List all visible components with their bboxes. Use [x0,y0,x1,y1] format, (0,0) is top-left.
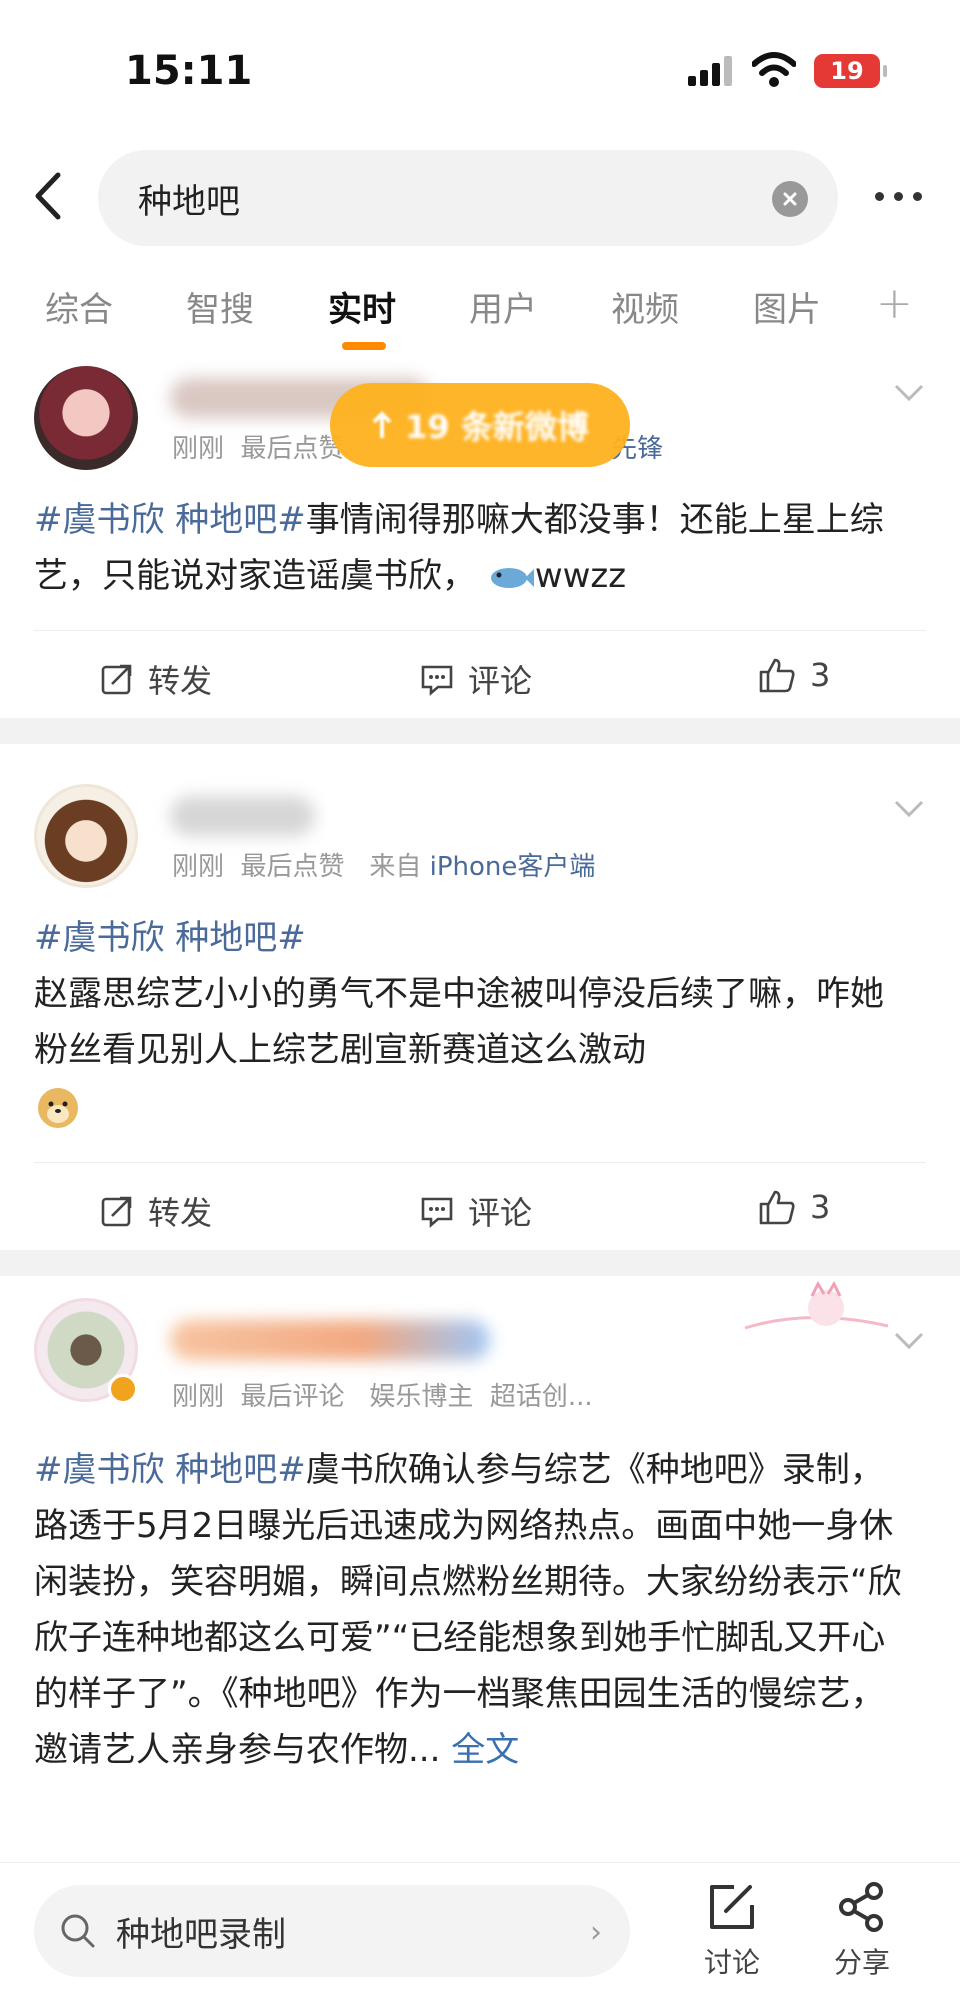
comment-button[interactable]: 评论 [420,1188,532,1234]
thumbs-up-icon [759,1190,795,1225]
decorative-sticker-icon [744,1280,889,1330]
doge-emoji-icon [38,1088,78,1128]
back-button[interactable] [22,166,72,226]
repost-button[interactable]: 转发 [100,656,212,702]
new-posts-pill[interactable]: 19 条新微博 [330,383,630,467]
username-blurred[interactable] [170,796,315,836]
repost-button[interactable]: 转发 [100,1188,212,1234]
search-query: 种地吧 [138,182,240,222]
post-meta: 刚刚 最后评论 娱乐博主 超话创... [172,1382,593,1412]
chevron-left-icon [35,172,61,220]
battery-indicator: 19 [814,54,887,88]
avatar[interactable] [34,784,138,888]
repost-icon [101,1196,132,1227]
tab-realtime[interactable]: 实时 [328,282,396,331]
tab-users[interactable]: 用户 [469,282,537,331]
post-text: #虞书欣 种地吧#虞书欣确认参与综艺《种地吧》录制，路透于5月2日曝光后迅速成为… [34,1450,902,1770]
post-text: #虞书欣 种地吧#事情闹得那嘛大都没事！还能上星上综艺，只能说对家造谣虞书欣， … [34,500,884,596]
topic-tag[interactable]: #虞书欣 种地吧# [34,500,306,540]
bottom-bar: 种地吧录制 › 讨论 分享 [0,1862,960,1996]
chevron-down-icon[interactable] [892,1324,926,1358]
search-input[interactable]: 种地吧 [98,150,838,246]
add-tab-button[interactable]: + [876,278,913,329]
username-blurred[interactable] [170,1320,490,1360]
like-button[interactable]: 3 [758,656,830,694]
tab-videos[interactable]: 视频 [611,282,679,331]
full-text-link[interactable]: 全文 [451,1730,519,1770]
thumbs-up-icon [759,658,795,693]
topic-tag[interactable]: #虞书欣 种地吧# [34,910,914,966]
search-header: 种地吧 [0,146,960,250]
chevron-right-icon: › [590,1915,602,1950]
post-meta: 刚刚 最后点赞 来自 iPhone客户端 [172,852,596,882]
search-icon [61,1914,95,1948]
comment-icon [421,665,453,696]
wifi-icon [752,52,796,87]
arrow-up-icon [372,411,392,438]
tab-smart-search[interactable]: 智搜 [186,282,254,331]
chevron-down-icon[interactable] [892,792,926,826]
comment-button[interactable]: 评论 [420,656,532,702]
chevron-down-icon[interactable] [892,376,926,410]
fish-emoji-icon [490,567,534,588]
related-search-button[interactable]: 种地吧录制 › [34,1885,630,1977]
tab-bar: 综合 智搜 实时 用户 视频 图片 + [0,270,960,356]
share-icon [839,1882,883,1932]
status-bar: 15:11 19 [0,0,960,140]
avatar[interactable] [34,366,138,470]
more-options-button[interactable] [868,182,928,210]
post-card[interactable]: 刚刚 最后点赞 来自 iPhone客户端 #虞书欣 种地吧# 赵露思综艺小小的勇… [0,746,960,1276]
share-button[interactable]: 分享 [822,1881,902,1981]
active-tab-indicator [342,342,386,350]
like-button[interactable]: 3 [758,1188,830,1226]
cellular-signal-icon [688,56,736,86]
clear-search-button[interactable] [772,181,808,217]
discuss-button[interactable]: 讨论 [692,1881,772,1981]
verified-badge-icon [108,1374,138,1404]
close-icon [783,192,797,206]
repost-icon [101,664,132,695]
comment-icon [421,1197,453,1228]
post-card[interactable]: 刚刚 最后评论 娱乐博主 超话创... #虞书欣 种地吧#虞书欣确认参与综艺《种… [0,1276,960,1862]
post-actions: 转发 评论 3 [0,634,960,724]
edit-icon [710,1885,754,1929]
status-time: 15:11 [125,48,253,94]
tab-comprehensive[interactable]: 综合 [45,282,113,331]
post-text: #虞书欣 种地吧# 赵露思综艺小小的勇气不是中途被叫停没后续了嘛，咋她粉丝看见别… [34,910,914,1134]
post-actions: 转发 评论 3 [0,1166,960,1256]
topic-tag[interactable]: #虞书欣 种地吧# [34,1450,306,1490]
tab-images[interactable]: 图片 [753,282,821,331]
